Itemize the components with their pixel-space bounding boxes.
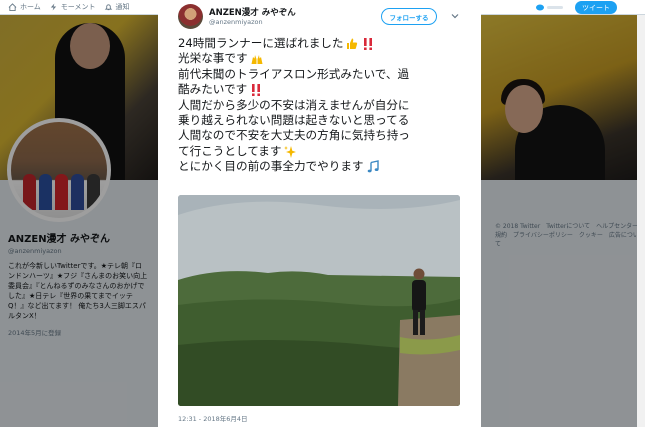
profile-handle[interactable]: @anzenmiyazon bbox=[8, 247, 148, 255]
tweet-line-text: 酷みたいです bbox=[178, 82, 248, 97]
photo-person-body bbox=[412, 280, 426, 312]
tweet-line: 24時間ランナーに選ばれました bbox=[178, 36, 478, 51]
banner-person-right-head bbox=[505, 85, 543, 133]
photo-person-leg bbox=[420, 310, 425, 335]
tweet-author-name[interactable]: ANZEN漫才 みやぞん bbox=[209, 6, 296, 18]
tweet-line-text: 前代未聞のトライアスロン形式みたいで、過 bbox=[178, 66, 410, 81]
tweet-author-avatar[interactable] bbox=[178, 4, 203, 29]
tweet-line: て行こうとしてます bbox=[178, 144, 478, 159]
raised-hands-icon bbox=[251, 55, 263, 65]
tweet-line-text: 光栄な事です bbox=[178, 51, 248, 66]
photo-person-head bbox=[413, 268, 425, 280]
tweet-line: 酷みたいです bbox=[178, 82, 478, 97]
tweet-text: 24時間ランナーに選ばれました 光栄な事です 前代未聞のトライアスロン形式みたい… bbox=[178, 36, 478, 175]
tweet-line-text: 人間なので不安を大丈夫の方角に気持ち持っ bbox=[178, 128, 410, 143]
tweet-line: 人間なので不安を大丈夫の方角に気持ち持っ bbox=[178, 128, 478, 143]
nav-home-label: ホーム bbox=[20, 3, 41, 11]
footer-links[interactable]: © 2018 Twitter Twitterについて ヘルプセンター 規約 プラ… bbox=[495, 222, 644, 249]
profile-name[interactable]: ANZEN漫才 みやぞん bbox=[8, 230, 148, 245]
tweet-timestamp[interactable]: 12:31 - 2018年6月4日 bbox=[178, 413, 248, 423]
tweet-line-text: 乗り越えられない問題は起きないと思ってる bbox=[178, 113, 410, 128]
tweet-line: 前代未聞のトライアスロン形式みたいで、過 bbox=[178, 67, 478, 82]
avatar-figure bbox=[71, 174, 84, 210]
profile-info: ANZEN漫才 みやぞん @anzenmiyazon これが今新しいTwitte… bbox=[8, 230, 148, 337]
nav-notifications[interactable]: 通知 bbox=[104, 2, 130, 12]
nav-notifications-label: 通知 bbox=[115, 3, 130, 11]
home-icon bbox=[8, 3, 17, 11]
tweet-line: とにかく目の前の事全力でやります bbox=[178, 159, 478, 174]
photo-person-leg bbox=[413, 310, 418, 335]
nav-home[interactable]: ホーム bbox=[8, 2, 41, 12]
tweet-line-text: とにかく目の前の事全力でやります bbox=[178, 159, 364, 174]
avatar-figure bbox=[87, 174, 100, 210]
lightning-icon bbox=[50, 3, 56, 11]
tweet-line: 光栄な事です bbox=[178, 51, 478, 66]
avatar-figure bbox=[39, 174, 52, 210]
chevron-down-icon[interactable] bbox=[450, 11, 460, 21]
profile-bio: これが今新しいTwitterです。★テレ朝『ロンドンハーツ』★フジ『さんまのお笑… bbox=[8, 262, 148, 320]
music-notes-icon bbox=[367, 160, 379, 173]
sparkles-icon bbox=[284, 145, 297, 158]
tweet-line: 乗り越えられない問題は起きないと思ってる bbox=[178, 113, 478, 128]
double-exclamation-icon bbox=[252, 83, 261, 96]
tweet-line: 人間だから多少の不安は消えませんが自分に bbox=[178, 98, 478, 113]
profile-joined-date: 2014年5月に登録 bbox=[8, 329, 62, 337]
tweet-line-text: て行こうとしてます bbox=[178, 143, 282, 158]
photo-rock-ledge bbox=[398, 315, 460, 406]
follow-button[interactable]: フォローする bbox=[381, 8, 437, 25]
page-scrollbar[interactable] bbox=[637, 15, 645, 427]
nav-moments-label: モーメント bbox=[60, 3, 96, 11]
tweet-line-text: 人間だから多少の不安は消えませんが自分に bbox=[178, 97, 410, 112]
tweet-author-handle[interactable]: @anzenmiyazon bbox=[209, 18, 263, 26]
avatar-figure bbox=[55, 174, 68, 210]
double-exclamation-icon bbox=[364, 37, 373, 50]
profile-avatar[interactable] bbox=[7, 118, 111, 222]
tweet-modal: ANZEN漫才 みやぞん @anzenmiyazon フォローする 24時間ラン… bbox=[158, 0, 481, 427]
nav-moments[interactable]: モーメント bbox=[49, 2, 96, 12]
tweet-photo[interactable] bbox=[178, 195, 460, 406]
tweet-line-text: 24時間ランナーに選ばれました bbox=[178, 36, 344, 50]
bell-icon bbox=[104, 4, 112, 11]
thumbs-up-icon bbox=[347, 38, 358, 49]
avatar-figure bbox=[23, 174, 36, 210]
twitter-bird-icon[interactable] bbox=[535, 3, 565, 12]
banner-person-left-head bbox=[70, 23, 110, 69]
close-icon[interactable]: ✕ bbox=[623, 0, 639, 16]
tweet-button[interactable]: ツイート bbox=[575, 1, 617, 14]
